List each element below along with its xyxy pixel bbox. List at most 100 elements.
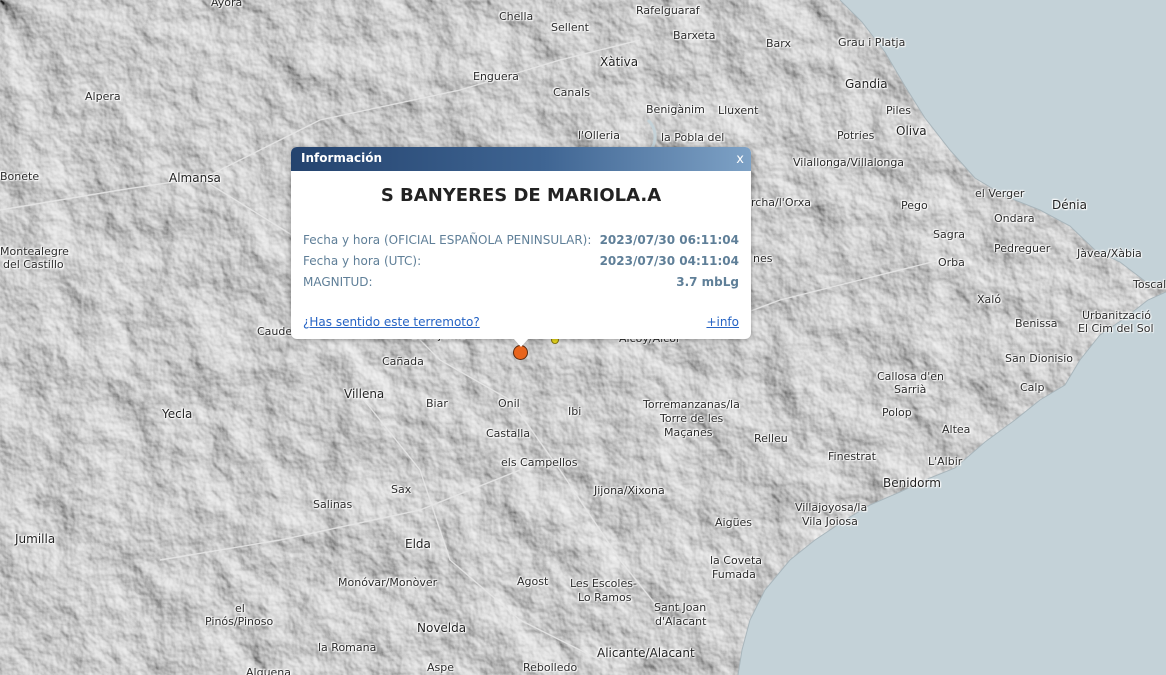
place-label: Oliva xyxy=(896,124,927,138)
place-label: Agost xyxy=(517,575,549,588)
info-row-utc-time: Fecha y hora (UTC): 2023/07/30 04:11:04 xyxy=(303,254,739,270)
more-info-link[interactable]: +info xyxy=(706,315,739,329)
info-popup: Información x S BANYERES DE MARIOLA.A Fe… xyxy=(291,147,751,347)
event-name: S BANYERES DE MARIOLA.A xyxy=(380,185,662,206)
place-label: Torre de les xyxy=(660,412,724,425)
place-label: Enguera xyxy=(473,70,519,83)
place-label: Sagra xyxy=(933,228,965,241)
place-label: Piles xyxy=(886,104,912,117)
place-label: Ibi xyxy=(568,405,582,418)
place-label: Toscal xyxy=(1133,278,1166,291)
close-button[interactable]: x xyxy=(736,152,744,167)
place-label: Caude xyxy=(257,325,293,338)
place-label: els Campellos xyxy=(501,456,578,469)
place-label: Benidorm xyxy=(883,476,941,490)
row-value: 2023/07/30 04:11:04 xyxy=(599,254,739,268)
place-label: Fumada xyxy=(712,568,756,581)
info-row-local-time: Fecha y hora (OFICIAL ESPAÑOLA PENINSULA… xyxy=(303,233,739,249)
place-label: Alguena xyxy=(246,666,292,675)
place-label: Montealegre xyxy=(0,245,69,258)
felt-earthquake-link[interactable]: ¿Has sentido este terremoto? xyxy=(303,315,480,329)
place-label: Bonete xyxy=(0,170,40,183)
place-label: d'Alacant xyxy=(655,615,707,628)
place-label: Jàvea/Xàbia xyxy=(1077,247,1142,260)
place-label: Alicante/Alacant xyxy=(597,646,695,660)
place-label: Les Escoles- xyxy=(570,577,637,590)
place-label: Cañada xyxy=(382,355,424,368)
place-label: Sellent xyxy=(551,21,589,34)
place-label: Barx xyxy=(766,37,792,50)
place-label: Pego xyxy=(901,199,928,212)
place-label: Aigües xyxy=(715,516,753,529)
place-label: rcha/l'Orxa xyxy=(751,196,811,209)
place-label: Urbanització xyxy=(1082,309,1151,322)
place-label: la Romana xyxy=(318,641,377,654)
place-label: Sarrià xyxy=(894,383,927,396)
place-label: Almansa xyxy=(169,171,221,185)
popup-pointer xyxy=(513,338,529,347)
place-label: Jijona/Xixona xyxy=(594,484,665,497)
place-label: Dénia xyxy=(1052,198,1087,212)
place-label: Elda xyxy=(405,537,431,551)
place-label: Gandia xyxy=(845,77,888,91)
row-label: Fecha y hora (UTC): xyxy=(303,254,422,268)
place-label: la Coveta xyxy=(710,554,763,567)
row-label: Fecha y hora (OFICIAL ESPAÑOLA PENINSULA… xyxy=(303,233,592,247)
place-label: el xyxy=(235,602,245,615)
place-label: Villajoyosa/la xyxy=(795,501,868,514)
place-label: Vilallonga/Villalonga xyxy=(793,156,905,169)
place-label: la Pobla del xyxy=(661,131,725,144)
place-label: nes xyxy=(753,252,773,265)
place-label: Calp xyxy=(1020,381,1045,394)
place-label: Relleu xyxy=(754,432,788,445)
place-label: Aspe xyxy=(427,661,455,674)
place-label: Monóvar/Monòver xyxy=(338,576,438,589)
row-value: 2023/07/30 06:11:04 xyxy=(599,233,739,247)
row-value: 3.7 mbLg xyxy=(676,275,739,289)
place-label: Benissa xyxy=(1015,317,1058,330)
popup-header: Información x xyxy=(291,147,751,171)
place-label: Lo Ramos xyxy=(578,591,632,604)
place-label: Altea xyxy=(942,423,971,436)
place-label: Pedreguer xyxy=(994,242,1051,255)
place-label: Barxeta xyxy=(673,29,716,42)
place-label: Sax xyxy=(391,483,412,496)
place-label: Novelda xyxy=(417,621,467,635)
row-label: MAGNITUD: xyxy=(303,275,373,289)
place-label: Salinas xyxy=(313,498,353,511)
place-label: Polop xyxy=(882,406,912,419)
place-label: el Verger xyxy=(975,187,1025,200)
place-label: Ayora xyxy=(211,0,243,9)
place-label: del Castillo xyxy=(3,258,64,271)
place-label: Rebolledo xyxy=(523,661,578,674)
place-label: Xaló xyxy=(977,293,1002,306)
place-label: Pinós/Pinoso xyxy=(205,615,274,628)
place-label: L'Albir xyxy=(928,455,963,468)
selected-earthquake-marker[interactable] xyxy=(513,345,528,360)
place-label: Potries xyxy=(837,129,875,142)
place-label: Sant Joan xyxy=(654,601,707,614)
place-label: Ondara xyxy=(994,212,1035,225)
place-label: El Cim del Sol xyxy=(1078,322,1154,335)
place-label: Yecla xyxy=(162,407,193,421)
map[interactable]: Ayora Chella Sellent Rafelguaraf Barxeta… xyxy=(0,0,1166,675)
place-label: Castalla xyxy=(486,427,531,440)
place-label: Chella xyxy=(499,10,534,23)
place-label: Orba xyxy=(938,256,965,269)
place-label: Canals xyxy=(553,86,590,99)
popup-title: Información xyxy=(301,151,383,165)
info-row-magnitude: MAGNITUD: 3.7 mbLg xyxy=(303,275,739,291)
place-label: Grau i Platja xyxy=(838,36,906,49)
place-label: Jumilla xyxy=(15,532,56,546)
place-label: Xàtiva xyxy=(600,55,639,69)
place-label: Benigànim xyxy=(646,103,705,116)
place-label: Villena xyxy=(344,387,385,401)
place-label: Callosa d'en xyxy=(877,370,944,383)
place-label: Alpera xyxy=(85,90,121,103)
place-label: Torremanzanas/la xyxy=(643,398,740,411)
place-label: Vila Joiosa xyxy=(802,515,858,528)
place-label: Maçanes xyxy=(664,426,713,439)
place-label: Onil xyxy=(498,397,520,410)
place-label: Finestrat xyxy=(828,450,876,463)
place-label: Lluxent xyxy=(718,104,759,117)
